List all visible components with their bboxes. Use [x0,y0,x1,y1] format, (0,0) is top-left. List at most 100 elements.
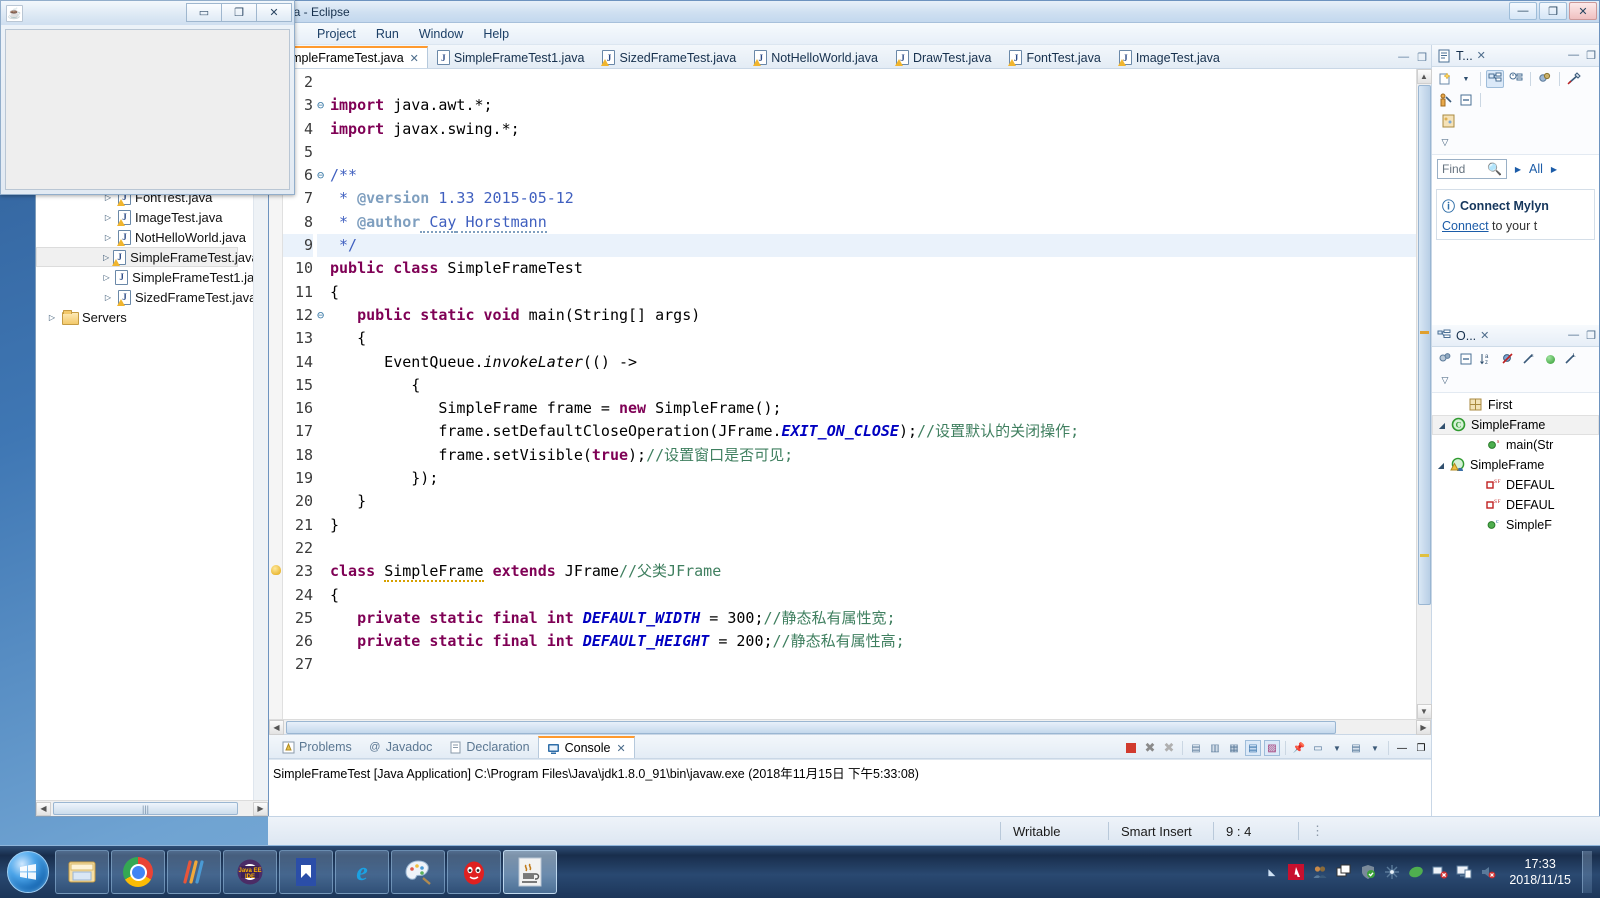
scroll-right-arrow[interactable]: ▶ [253,801,268,816]
outline-item-first[interactable]: First [1432,395,1599,415]
editor-minimize-button[interactable]: — [1398,51,1409,64]
collapse-all-icon[interactable] [1457,91,1475,109]
hide-fields-icon[interactable] [1499,350,1517,368]
console-tab-console[interactable]: Console ✕ [537,736,635,758]
package-explorer-item-sizedframetest-java[interactable]: ▷ SizedFrameTest.java [36,287,268,307]
taskbar-clock[interactable]: 17:33 2018/11/15 [1503,856,1571,888]
window-close-button[interactable]: ✕ [1569,2,1597,20]
display-selected-console-icon[interactable]: ▭ [1310,740,1326,756]
expand-arrow-icon[interactable]: ▷ [102,273,111,282]
code-line[interactable]: private static final int DEFAULT_WIDTH =… [330,607,1416,630]
editor-maximize-button[interactable]: ❐ [1417,51,1427,64]
task-repositories-icon[interactable] [1436,91,1454,109]
outline-item-simpleframe[interactable]: ◢ C SimpleFrame [1432,415,1599,435]
outline-close-button[interactable]: ✕ [1480,329,1489,342]
link-with-editor-icon[interactable] [1565,70,1583,88]
view-menu-chevron-icon[interactable]: ▽ [1436,133,1454,151]
code-line[interactable]: SimpleFrame frame = new SimpleFrame(); [330,397,1416,420]
taskbar-editor-app[interactable] [167,850,221,894]
menu-run[interactable]: Run [366,25,409,43]
outline-item-defaul[interactable]: S F DEFAUL [1432,495,1599,515]
tray-adobe-icon[interactable] [1287,864,1304,881]
tray-window-switch-icon[interactable] [1335,864,1352,881]
tasklist-find-input[interactable]: Find 🔍 [1437,159,1507,179]
fold-toggle[interactable]: ⊖ [317,164,330,187]
java-window-titlebar[interactable]: ▭ ❐ ✕ [1,1,294,25]
console-dropdown-icon[interactable]: ▼ [1329,740,1345,756]
hide-static-fields-icon[interactable]: s [1520,350,1538,368]
hide-local-types-icon[interactable]: L [1562,350,1580,368]
code-line[interactable]: }); [330,467,1416,490]
focus-on-active-task-icon[interactable] [1436,350,1454,368]
sort-alphabetically-icon[interactable]: az [1478,350,1496,368]
collapse-all-outline-icon[interactable] [1457,350,1475,368]
expand-arrow-icon[interactable]: ▷ [102,233,114,242]
expand-arrow-icon[interactable]: ▷ [102,293,114,302]
taskbar-paint-app[interactable] [391,850,445,894]
tray-show-hidden-icon[interactable]: ◣ [1263,864,1280,881]
code-line[interactable] [330,141,1416,164]
package-explorer-item-imagetest-java[interactable]: ▷ ImageTest.java [36,207,268,227]
taskbar-java-ee-ide[interactable]: Java EE IDE [223,850,277,894]
code-line[interactable]: public static void main(String[] args) [330,304,1416,327]
code-line[interactable] [330,653,1416,676]
tray-green-icon[interactable] [1407,864,1424,881]
clear-console-icon[interactable]: ▤ [1188,740,1204,756]
tray-volume-muted-icon[interactable] [1479,864,1496,881]
scheduled-presentation-icon[interactable] [1507,70,1525,88]
expand-arrow-icon[interactable]: ▷ [103,253,109,262]
outline-tree[interactable]: First ◢ C SimpleFrame s main(Str ◢ SimpleFrame S… [1432,393,1599,844]
new-task-icon[interactable] [1436,70,1454,88]
word-wrap-icon[interactable]: ▦ [1226,740,1242,756]
expand-arrow-icon[interactable]: ▷ [102,213,114,222]
outline-item-simpleframe[interactable]: ◢ SimpleFrame [1432,455,1599,475]
overview-warning-marker-2[interactable] [1420,554,1429,557]
hscroll-thumb[interactable] [286,721,1336,734]
editor-tab-nothelloworld-java[interactable]: NotHelloWorld.java [745,46,887,68]
editor-horizontal-scrollbar[interactable]: ◀ ▶ [269,719,1431,735]
editor-tab-drawtest-java[interactable]: DrawTest.java [887,46,1001,68]
java-window-minimize-button[interactable]: ▭ [186,3,222,22]
scroll-thumb[interactable]: ||| [53,802,238,815]
scroll-thumb[interactable] [1418,85,1431,605]
taskbar-word-app[interactable] [279,850,333,894]
menu-help[interactable]: Help [473,25,519,43]
outline-view-menu-icon[interactable]: ▽ [1436,371,1454,389]
editor-tab-imagetest-java[interactable]: ImageTest.java [1110,46,1229,68]
window-minimize-button[interactable]: — [1509,2,1537,20]
menu-project[interactable]: Project [307,25,366,43]
code-line[interactable] [330,537,1416,560]
taskbar-google-chrome[interactable] [111,850,165,894]
focus-on-workweek-icon[interactable] [1536,70,1554,88]
outline-view-header[interactable]: O... ✕ — ❐ [1432,325,1599,347]
start-button[interactable] [2,850,54,895]
code-line[interactable]: EventQueue.invokeLater(() -> [330,351,1416,374]
editor-tab-sizedframetest-java[interactable]: SizedFrameTest.java [593,46,745,68]
editor-vertical-scrollbar[interactable]: ▲ ▼ [1416,69,1432,719]
show-desktop-button[interactable] [1582,851,1592,893]
tray-monitor-icon[interactable] [1455,864,1472,881]
taskbar-security-app[interactable] [447,850,501,894]
taskbar-file-explorer[interactable] [55,850,109,894]
code-line[interactable]: * @version 1.33 2015-05-12 [330,187,1416,210]
fold-toggle[interactable]: ⊖ [317,304,330,327]
tray-sparkle-icon[interactable] [1383,864,1400,881]
open-console-dropdown-icon[interactable]: ▼ [1367,740,1383,756]
hscroll-left-arrow[interactable]: ◀ [269,719,284,735]
tray-users-icon[interactable] [1311,864,1328,881]
console-tab-declaration[interactable]: Declaration [440,736,537,758]
show-console-on-error-icon[interactable]: ▨ [1264,740,1280,756]
console-maximize-button[interactable]: ❐ [1413,740,1429,756]
window-maximize-button[interactable]: ❐ [1539,2,1567,20]
expand-arrow-icon[interactable]: ▷ [46,313,58,322]
outline-item-simplef[interactable]: c SimpleF [1432,515,1599,535]
tasklist-minimize-button[interactable]: — [1568,49,1579,62]
find-scope-all-link[interactable]: All [1529,162,1543,176]
new-task-dropdown-icon[interactable]: ▼ [1457,70,1475,88]
code-line[interactable] [330,71,1416,94]
console-tab-close-icon[interactable]: ✕ [616,742,625,755]
overview-warning-marker[interactable] [1420,331,1429,334]
code-line[interactable]: private static final int DEFAULT_HEIGHT … [330,630,1416,653]
remove-all-launches-icon[interactable]: ✖ [1161,740,1177,756]
code-line[interactable]: * @author Cay Horstmann [330,211,1416,234]
